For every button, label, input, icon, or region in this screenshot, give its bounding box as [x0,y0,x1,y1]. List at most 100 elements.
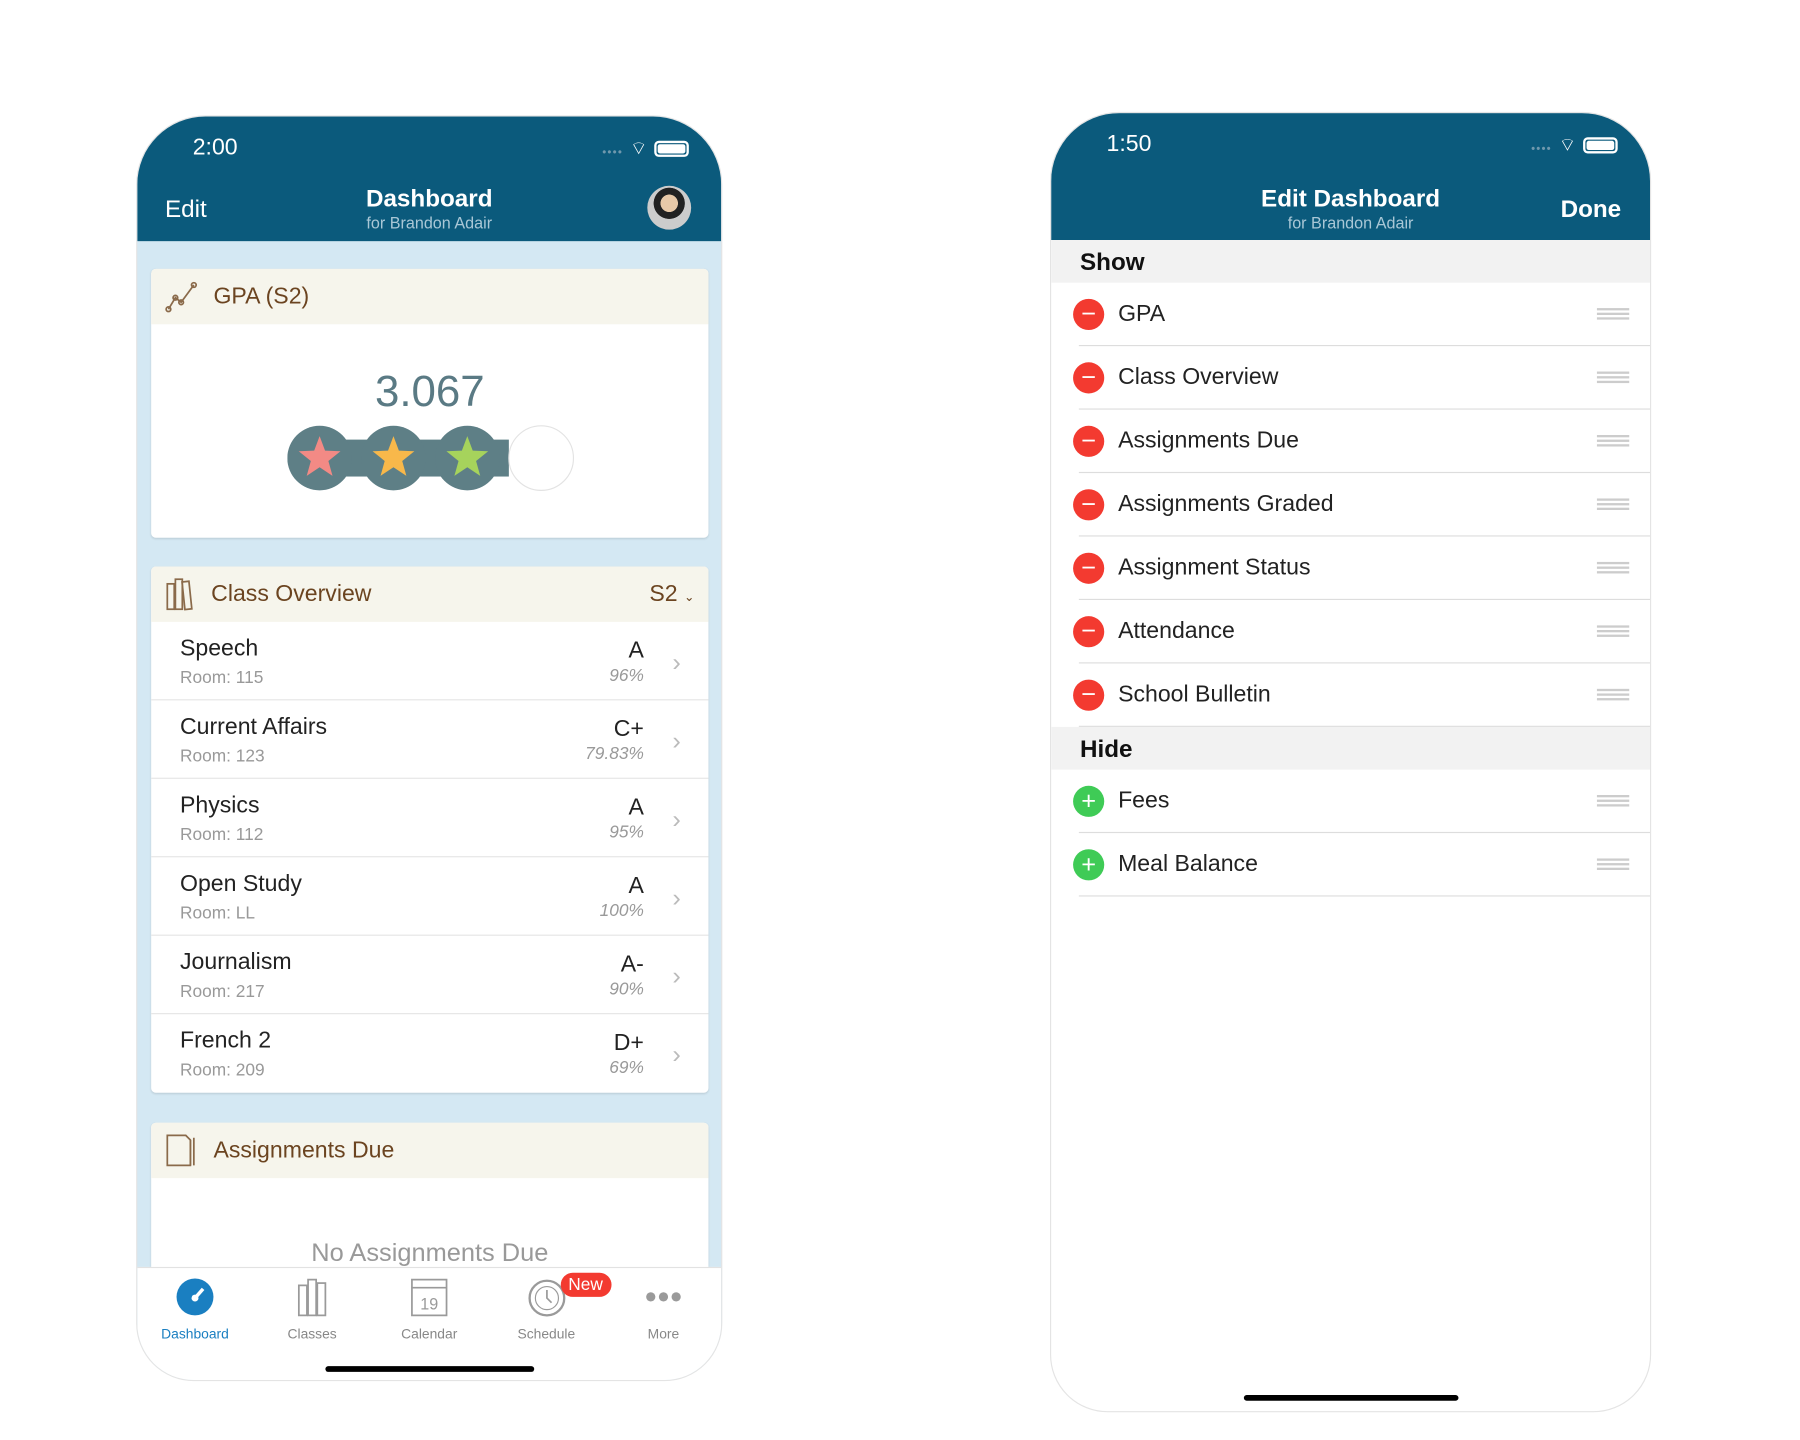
class-room: Room: 115 [179,668,264,688]
hide-section-header: Hide [1051,726,1650,770]
tab-calendar[interactable]: 19 Calendar [372,1275,487,1342]
class-grade: A [628,638,644,664]
class-grade: D+ [613,1030,644,1056]
class-percent: 96% [609,665,644,686]
add-icon[interactable]: + [1073,849,1105,881]
class-percent: 90% [609,979,644,1000]
reorder-handle-icon[interactable] [1596,858,1630,870]
gpa-title: GPA (S2) [213,283,310,309]
tab-more[interactable]: More [606,1275,721,1342]
reorder-handle-icon[interactable] [1596,498,1630,510]
nav-header: 2:00 •••• ⌔ Edit Dashboard for Brandon Ad… [137,116,722,242]
star-slot-empty [508,425,575,491]
show-section-header: Show [1051,239,1650,283]
wifi-icon: ⌔ [629,139,648,160]
item-label: Attendance [1118,618,1235,644]
tab-label: Calendar [401,1325,458,1342]
class-room: Room: 209 [179,1060,265,1080]
chevron-right-icon: › [672,647,681,677]
dashboard-item-row: + Meal Balance [1051,833,1650,897]
class-percent: 79.83% [585,744,644,764]
status-icons: •••• ⌔ [602,137,689,160]
chevron-right-icon: › [672,961,681,990]
class-name: Physics [179,792,260,819]
nav-header: 1:50 •••• ⌔ Edit Dashboard for Brandon Ad… [1051,113,1650,240]
battery-icon [1583,137,1618,154]
page-title: Dashboard [365,185,493,213]
tab-classes[interactable]: Classes [254,1275,369,1342]
class-grade: A [628,873,644,899]
svg-text:19: 19 [420,1296,438,1314]
reorder-handle-icon[interactable] [1596,794,1630,807]
tab-label: More [647,1325,680,1342]
reorder-handle-icon[interactable] [1596,434,1630,447]
document-icon [166,1134,195,1167]
class-room: Room: 123 [179,746,265,767]
reorder-handle-icon[interactable] [1596,688,1630,701]
class-row[interactable]: Physics Room: 112 A 95% › [151,779,709,858]
remove-icon[interactable]: − [1073,362,1105,394]
class-row[interactable]: Open Study Room: LL A 100% › [151,857,709,936]
class-percent: 100% [599,901,644,921]
chevron-right-icon: › [672,882,681,912]
dashboard-phone: 2:00 •••• ⌔ Edit Dashboard for Brandon Ad… [136,115,723,1382]
class-room: Room: 217 [179,981,265,1002]
dashboard-item-row: − Class Overview [1051,346,1650,410]
chevron-right-icon: › [672,725,681,755]
tab-dashboard[interactable]: Dashboard [137,1275,252,1342]
chevron-right-icon: › [672,804,681,834]
dashboard-item-row: + Fees [1051,770,1650,834]
home-indicator [325,1366,535,1372]
assignments-due-title: Assignments Due [213,1137,395,1163]
reorder-handle-icon[interactable] [1596,625,1630,637]
item-label: Assignment Status [1118,554,1311,581]
books-icon [254,1275,369,1319]
dashboard-item-row: − Attendance [1051,600,1650,664]
item-label: School Bulletin [1118,681,1271,708]
reorder-handle-icon[interactable] [1596,308,1630,320]
class-grade: A [628,794,644,821]
wifi-icon: ⌔ [1558,136,1577,156]
home-indicator [1243,1394,1459,1401]
class-room: Room: LL [179,903,256,924]
item-label: GPA [1118,301,1166,327]
dashboard-item-row: − School Bulletin [1051,663,1650,727]
item-label: Assignments Due [1118,428,1299,454]
remove-icon[interactable]: − [1073,552,1105,584]
tab-schedule[interactable]: Schedule New [489,1272,611,1342]
item-label: Assignments Graded [1118,491,1334,517]
class-overview-title: Class Overview [211,580,372,607]
avatar[interactable] [647,185,692,230]
calendar-icon: 19 [372,1275,487,1319]
gpa-card[interactable]: GPA (S2) 3.067 [151,268,709,538]
class-percent: 95% [609,822,644,843]
gpa-value: 3.067 [374,368,485,417]
page-subtitle: for Brandon Adair [366,213,493,232]
class-grade: A- [620,951,644,978]
remove-icon[interactable]: − [1073,298,1105,330]
class-row[interactable]: Current Affairs Room: 123 C+ 79.83% › [151,700,709,779]
class-row[interactable]: Journalism Room: 217 A- 90% › [151,936,709,1015]
remove-icon[interactable]: − [1073,679,1105,711]
new-badge: New [560,1272,611,1297]
class-name: Open Study [179,871,302,897]
reorder-handle-icon[interactable] [1596,371,1630,384]
dashboard-item-row: − Assignment Status [1051,537,1650,600]
term-selector[interactable]: S2 ⌄ [649,581,694,608]
tab-label: Schedule [517,1325,576,1342]
dashboard-item-row: − GPA [1051,283,1650,347]
remove-icon[interactable]: − [1073,616,1105,648]
class-row[interactable]: French 2 Room: 209 D+ 69% › [151,1014,708,1092]
gauge-icon [137,1275,252,1319]
more-icon [606,1275,721,1319]
class-percent: 69% [609,1058,644,1078]
done-button[interactable]: Done [1561,196,1622,224]
books-icon [166,578,193,611]
add-icon[interactable]: + [1073,785,1105,817]
remove-icon[interactable]: − [1073,425,1105,457]
item-label: Class Overview [1118,364,1279,390]
remove-icon[interactable]: − [1073,489,1105,521]
reorder-handle-icon[interactable] [1596,561,1630,574]
dashboard-item-row: − Assignments Due [1051,410,1650,474]
class-row[interactable]: Speech Room: 115 A 96% › [151,622,709,701]
